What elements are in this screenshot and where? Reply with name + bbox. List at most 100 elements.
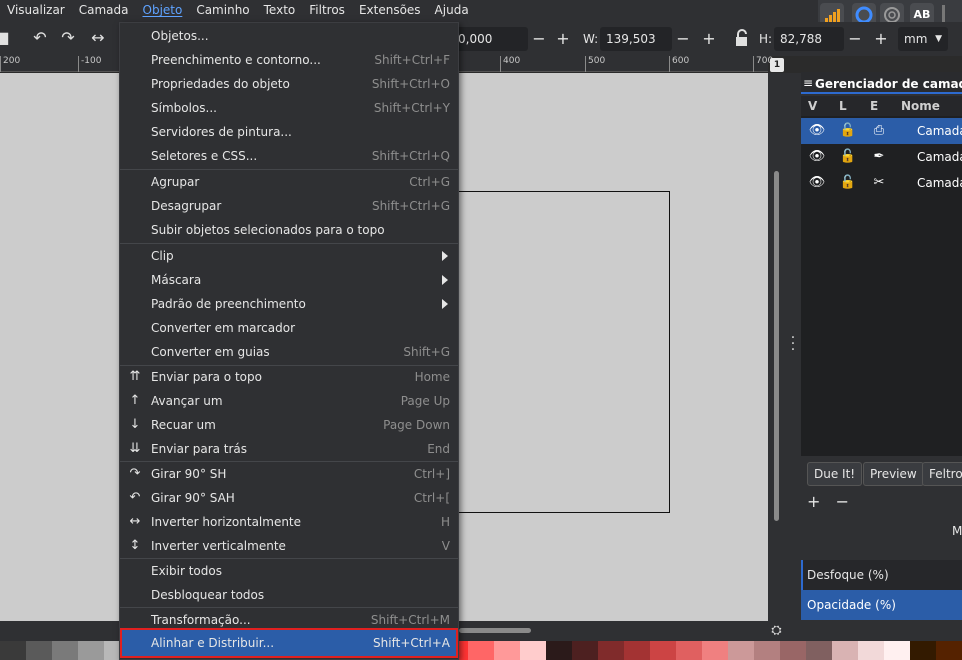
rotate-cw-icon[interactable]: ↷ (58, 28, 78, 48)
color-swatch[interactable] (0, 641, 26, 660)
menu-item-ungroup[interactable]: Desagrupar Shift+Ctrl+G (120, 194, 458, 218)
menu-item-raise-to-top[interactable]: ⇈ Enviar para o topo Home (120, 365, 458, 389)
menu-item-flip-horizontal[interactable]: ↔ Inverter horizontalmente H (120, 510, 458, 534)
color-swatch[interactable] (52, 641, 78, 660)
color-swatch[interactable] (546, 641, 572, 660)
menu-ajuda[interactable]: Ajuda (428, 0, 476, 22)
color-swatch[interactable] (806, 641, 832, 660)
color-swatch[interactable] (832, 641, 858, 660)
pen-icon[interactable]: ✒ (870, 148, 888, 166)
menu-visualizar[interactable]: Visualizar (0, 0, 72, 22)
menu-item-clip[interactable]: Clip (120, 244, 458, 268)
menu-objeto[interactable]: Objeto (136, 0, 190, 22)
color-swatch[interactable] (936, 641, 962, 660)
color-swatch[interactable] (468, 641, 494, 660)
color-swatch[interactable] (650, 641, 676, 660)
color-swatch[interactable] (702, 641, 728, 660)
menu-item-selectors-css[interactable]: Seletores e CSS... Shift+Ctrl+Q (120, 144, 458, 168)
menu-item-mask[interactable]: Máscara (120, 268, 458, 292)
layer-row[interactable]: 👁 🔓 ✒ Camada (801, 144, 962, 170)
opacity-slider[interactable]: Opacidade (%) (801, 590, 962, 620)
menu-item-group[interactable]: Agrupar Ctrl+G (120, 170, 458, 194)
tab-preview[interactable]: Preview (863, 462, 924, 486)
layer-row[interactable]: 👁 🔓 ⎙ Camada (801, 118, 962, 144)
layer-name[interactable]: Camada (917, 118, 962, 144)
horizontal-scroll-thumb[interactable] (459, 628, 531, 633)
menu-item-flip-vertical[interactable]: ↕ Inverter verticalmente V (120, 534, 458, 558)
h-field[interactable]: 82,788 (774, 27, 844, 51)
menu-item-lower-to-bottom[interactable]: ⇊ Enviar para trás End (120, 437, 458, 461)
w-decrement-button[interactable]: − (674, 27, 692, 51)
display-mode-icon[interactable]: ⛭ (768, 621, 785, 641)
x-field[interactable]: 0,000 (452, 27, 528, 51)
menu-item-unlock-all[interactable]: Desbloquear todos (120, 583, 458, 607)
unlock-icon[interactable]: 🔓 (839, 122, 857, 140)
h-increment-button[interactable]: + (872, 27, 890, 51)
menu-item-paint-servers[interactable]: Servidores de pintura... (120, 120, 458, 144)
eye-icon[interactable]: 👁 (808, 122, 826, 140)
remove-filter-button[interactable]: − (836, 492, 849, 511)
color-swatch[interactable] (754, 641, 780, 660)
layer-row[interactable]: 👁 🔓 ✂ Camada (801, 170, 962, 196)
vertical-scroll-thumb[interactable] (774, 171, 779, 521)
tab-feltro[interactable]: Feltro (922, 462, 962, 486)
vertical-scrollbar[interactable] (768, 73, 785, 621)
scissors-icon[interactable]: ✂ (870, 174, 888, 192)
panel-splitter[interactable]: · · · (785, 73, 801, 641)
menu-item-rotate-ccw[interactable]: ↶ Girar 90° SAH Ctrl+[ (120, 486, 458, 510)
partial-tool-icon[interactable]: ■ (0, 28, 12, 48)
menu-item-rotate-cw[interactable]: ↷ Girar 90° SH Ctrl+] (120, 462, 458, 486)
menu-item-align-distribute[interactable]: Alinhar e Distribuir... Shift+Ctrl+A (120, 628, 458, 658)
layer-name[interactable]: Camada (917, 144, 962, 170)
color-swatch[interactable] (572, 641, 598, 660)
menu-item-object-properties[interactable]: Propriedades do objeto Shift+Ctrl+O (120, 72, 458, 96)
color-swatch[interactable] (910, 641, 936, 660)
menu-extensoes[interactable]: Extensões (352, 0, 428, 22)
unit-select[interactable]: mm ▼ (898, 27, 948, 51)
flip-horizontal-icon[interactable]: ↔ (88, 28, 108, 48)
menu-item-raise[interactable]: ↑ Avançar um Page Up (120, 389, 458, 413)
menu-item-to-guides[interactable]: Converter em guias Shift+G (120, 340, 458, 364)
menu-item-to-marker[interactable]: Converter em marcador (120, 316, 458, 340)
tab-due-it[interactable]: Due It! (807, 462, 863, 486)
w-increment-button[interactable]: + (700, 27, 718, 51)
color-swatch[interactable] (676, 641, 702, 660)
menu-item-unhide-all[interactable]: Exibir todos (120, 559, 458, 583)
unlock-icon[interactable]: 🔓 (839, 148, 857, 166)
color-swatch[interactable] (26, 641, 52, 660)
menu-item-lower[interactable]: ↓ Recuar um Page Down (120, 413, 458, 437)
filter-tabs: Due It! Preview Feltro (801, 460, 962, 488)
tab-layers-manager[interactable]: Gerenciador de camadas (815, 74, 962, 94)
color-swatch[interactable] (78, 641, 104, 660)
color-swatch[interactable] (624, 641, 650, 660)
menu-caminho[interactable]: Caminho (189, 0, 256, 22)
blur-slider[interactable]: Desfoque (%) (801, 560, 962, 590)
x-decrement-button[interactable]: − (530, 27, 548, 51)
h-decrement-button[interactable]: − (846, 27, 864, 51)
color-swatch[interactable] (780, 641, 806, 660)
menu-item-raise-selected-top[interactable]: Subir objetos selecionados para o topo (120, 218, 458, 242)
eye-icon[interactable]: 👁 (808, 148, 826, 166)
color-swatch[interactable] (728, 641, 754, 660)
rotate-ccw-icon[interactable]: ↶ (30, 28, 50, 48)
menu-item-symbols[interactable]: Símbolos... Shift+Ctrl+Y (120, 96, 458, 120)
color-swatch[interactable] (520, 641, 546, 660)
layer-name[interactable]: Camada (917, 170, 962, 196)
w-field[interactable]: 139,503 (600, 27, 672, 51)
color-swatch[interactable] (494, 641, 520, 660)
color-swatch[interactable] (884, 641, 910, 660)
menu-filtros[interactable]: Filtros (302, 0, 352, 22)
color-swatch[interactable] (598, 641, 624, 660)
menu-item-objetos[interactable]: Objetos... (120, 24, 458, 48)
add-filter-button[interactable]: + (807, 492, 820, 511)
unlock-icon[interactable]: 🔓 (839, 174, 857, 192)
menu-camada[interactable]: Camada (72, 0, 136, 22)
color-swatch[interactable] (858, 641, 884, 660)
menu-item-pattern[interactable]: Padrão de preenchimento (120, 292, 458, 316)
eye-icon[interactable]: 👁 (808, 174, 826, 192)
menu-texto[interactable]: Texto (257, 0, 303, 22)
menu-item-fill-stroke[interactable]: Preenchimento e contorno... Shift+Ctrl+F (120, 48, 458, 72)
lock-icon[interactable] (731, 28, 751, 48)
printer-icon[interactable]: ⎙ (870, 122, 888, 140)
x-increment-button[interactable]: + (554, 27, 572, 51)
